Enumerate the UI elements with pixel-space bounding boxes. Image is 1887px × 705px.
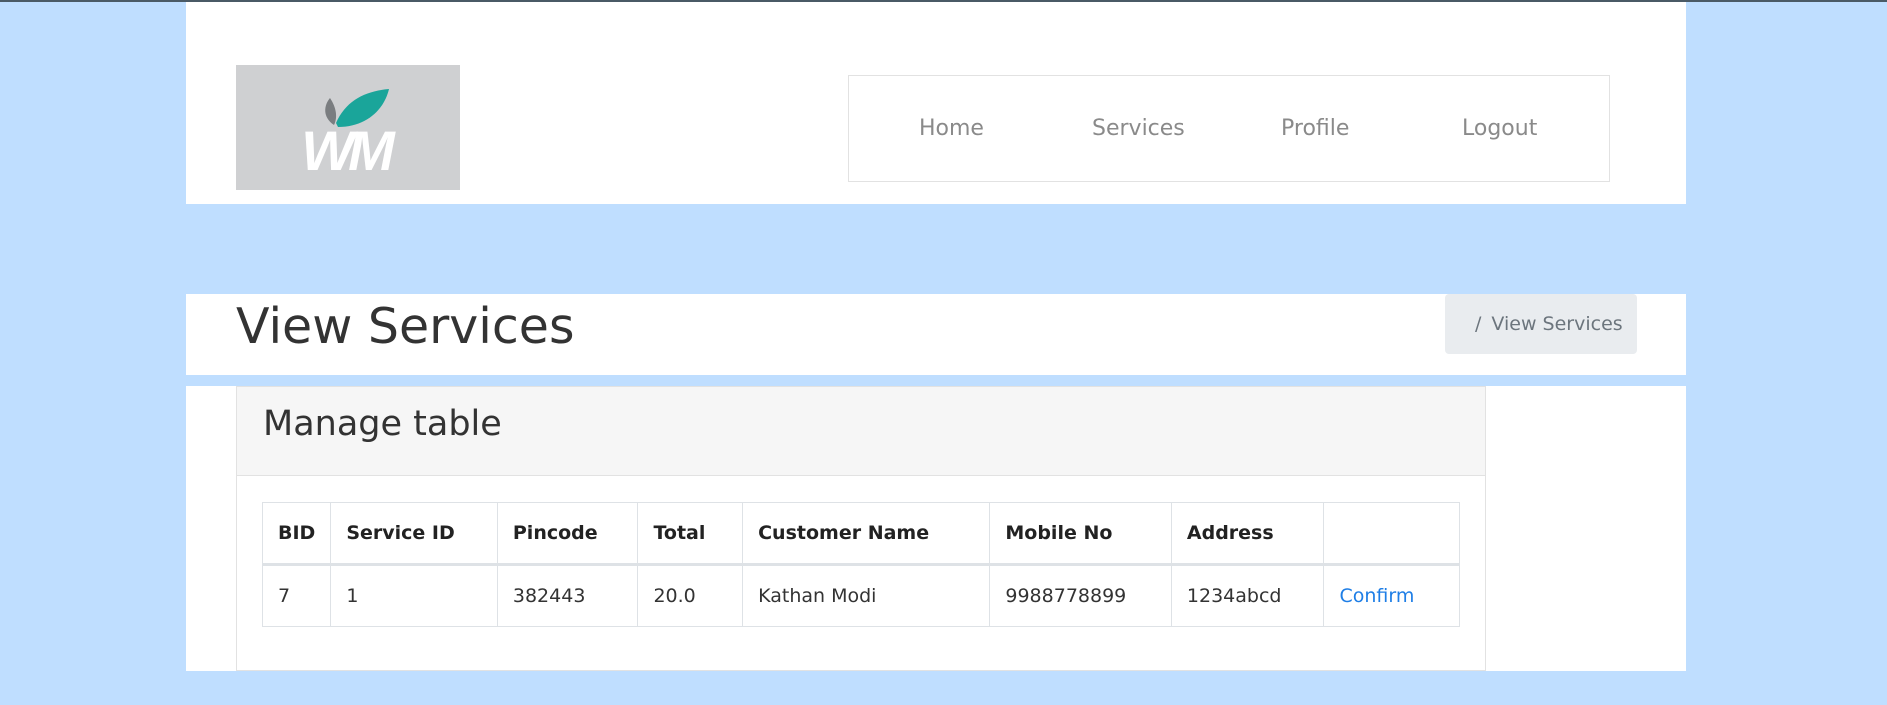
card-title: Manage table [263, 404, 502, 444]
column-header-pincode: Pincode [496, 502, 639, 566]
main-nav: Home Services Profile Logout [848, 75, 1610, 182]
column-header-total: Total [637, 502, 744, 566]
cell-total: 20.0 [637, 564, 744, 627]
cell-action: Confirm [1323, 564, 1460, 627]
breadcrumb-current: View Services [1491, 313, 1623, 335]
column-header-customer-name: Customer Name [742, 502, 991, 566]
card-header: Manage table [237, 387, 1485, 476]
table-header-row: BID Service ID Pincode Total Customer Na… [261, 502, 1460, 566]
cell-customer-name: Kathan Modi [742, 564, 991, 627]
logo-text: WM [301, 119, 396, 182]
nav-profile[interactable]: Profile [1281, 76, 1349, 181]
confirm-link[interactable]: Confirm [1339, 585, 1414, 607]
cell-bid: 7 [261, 564, 332, 627]
column-header-action [1323, 502, 1460, 566]
column-header-address: Address [1170, 502, 1325, 566]
cell-pincode: 382443 [496, 564, 639, 627]
page-title: View Services [236, 298, 575, 355]
page-title-band: View Services / View Services [186, 294, 1686, 375]
column-header-mobile-no: Mobile No [989, 502, 1172, 566]
cell-address: 1234abcd [1170, 564, 1325, 627]
table-row: 7 1 382443 20.0 Kathan Modi 9988778899 1… [261, 564, 1460, 627]
services-table: BID Service ID Pincode Total Customer Na… [261, 502, 1460, 627]
nav-services[interactable]: Services [1092, 76, 1185, 181]
site-logo[interactable]: WM [236, 65, 460, 190]
column-header-bid: BID [261, 502, 332, 566]
breadcrumb-separator: / [1475, 313, 1482, 335]
column-header-service-id: Service ID [330, 502, 498, 566]
content-area: Manage table BID Service ID Pincode Tota… [186, 386, 1686, 671]
breadcrumb: / View Services [1445, 294, 1637, 354]
cell-service-id: 1 [330, 564, 498, 627]
nav-home[interactable]: Home [919, 76, 984, 181]
cell-mobile-no: 9988778899 [989, 564, 1172, 627]
nav-logout[interactable]: Logout [1462, 76, 1537, 181]
wm-logo-icon: WM [301, 89, 402, 182]
manage-table-card: Manage table BID Service ID Pincode Tota… [236, 386, 1486, 671]
site-header: WM Home Services Profile Logout [186, 2, 1686, 204]
